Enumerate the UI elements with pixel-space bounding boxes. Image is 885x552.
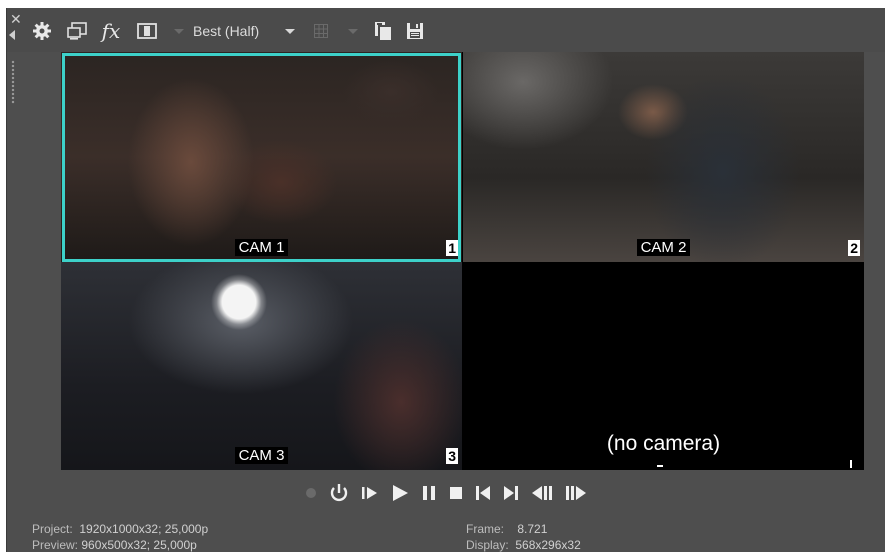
overlay-icon[interactable] xyxy=(135,20,159,42)
fx-icon[interactable]: fx xyxy=(99,19,123,43)
no-camera-mark xyxy=(850,460,852,468)
grid-icon[interactable] xyxy=(311,20,331,42)
preview-key: Preview: xyxy=(32,538,79,552)
next-frame-icon[interactable] xyxy=(502,484,520,502)
play-icon[interactable] xyxy=(390,483,410,503)
prev-marker-icon[interactable] xyxy=(530,484,554,502)
stop-icon[interactable] xyxy=(448,485,464,501)
camera-3-frame xyxy=(61,262,462,470)
camera-number: 2 xyxy=(848,240,860,256)
no-camera-mark xyxy=(657,465,663,467)
project-value: 1920x1000x32; 25,000p xyxy=(79,522,209,536)
preview-toolbar: ✕ fx Best (Half) xyxy=(7,8,885,52)
display-info: Display: 568x296x32 xyxy=(466,538,581,552)
preview-info: Preview: 960x500x32; 25,000p xyxy=(32,538,197,552)
frame-value: 8.721 xyxy=(517,522,548,536)
project-key: Project: xyxy=(32,522,73,536)
camera-tile-1[interactable]: CAM 1 1 xyxy=(61,52,462,262)
chevron-down-icon[interactable] xyxy=(283,20,297,42)
camera-number: 3 xyxy=(446,448,458,464)
frame-key: Frame: xyxy=(466,522,505,536)
display-value: 568x296x32 xyxy=(515,538,581,552)
play-from-start-icon[interactable] xyxy=(360,484,380,502)
camera-label: CAM 3 xyxy=(61,447,462,464)
loop-icon[interactable] xyxy=(328,482,350,504)
quality-dropdown-left-arrow[interactable] xyxy=(173,20,185,42)
camera-tile-3[interactable]: CAM 3 3 xyxy=(61,262,462,470)
frame-info: Frame: 8.721 xyxy=(466,522,547,536)
collapse-arrow-icon[interactable] xyxy=(9,30,15,40)
preview-value: 960x500x32; 25,000p xyxy=(81,538,197,552)
grid-dropdown-arrow[interactable] xyxy=(347,20,359,42)
prev-frame-icon[interactable] xyxy=(474,484,492,502)
save-snapshot-icon[interactable] xyxy=(403,20,427,42)
next-marker-icon[interactable] xyxy=(564,484,588,502)
display-key: Display: xyxy=(466,538,509,552)
camera-2-frame xyxy=(463,52,864,262)
active-camera-highlight xyxy=(62,53,461,262)
camera-tile-2[interactable]: CAM 2 2 xyxy=(463,52,864,262)
video-preview-window: ✕ fx Best (Half) CAM 1 1 CAM 2 2 CAM 3 3… xyxy=(6,8,885,552)
quality-dropdown-label: Best (Half) xyxy=(193,23,260,39)
panel-drag-handle[interactable] xyxy=(11,60,15,104)
camera-label: CAM 1 xyxy=(61,239,462,256)
transport-controls xyxy=(299,482,593,504)
close-icon[interactable]: ✕ xyxy=(10,12,22,26)
camera-tile-4[interactable]: (no camera) xyxy=(463,262,864,470)
quality-dropdown[interactable]: Best (Half) xyxy=(193,20,289,42)
split-screen-icon[interactable] xyxy=(65,20,89,42)
multicam-preview: CAM 1 1 CAM 2 2 CAM 3 3 (no camera) xyxy=(61,52,864,470)
gear-icon[interactable] xyxy=(31,20,53,42)
no-camera-label: (no camera) xyxy=(606,432,721,455)
pause-icon[interactable] xyxy=(420,484,438,502)
copy-snapshot-icon[interactable] xyxy=(371,20,395,42)
camera-label: CAM 2 xyxy=(463,239,864,256)
project-info: Project: 1920x1000x32; 25,000p xyxy=(32,522,208,536)
camera-number: 1 xyxy=(446,240,458,256)
record-icon[interactable] xyxy=(304,486,318,500)
